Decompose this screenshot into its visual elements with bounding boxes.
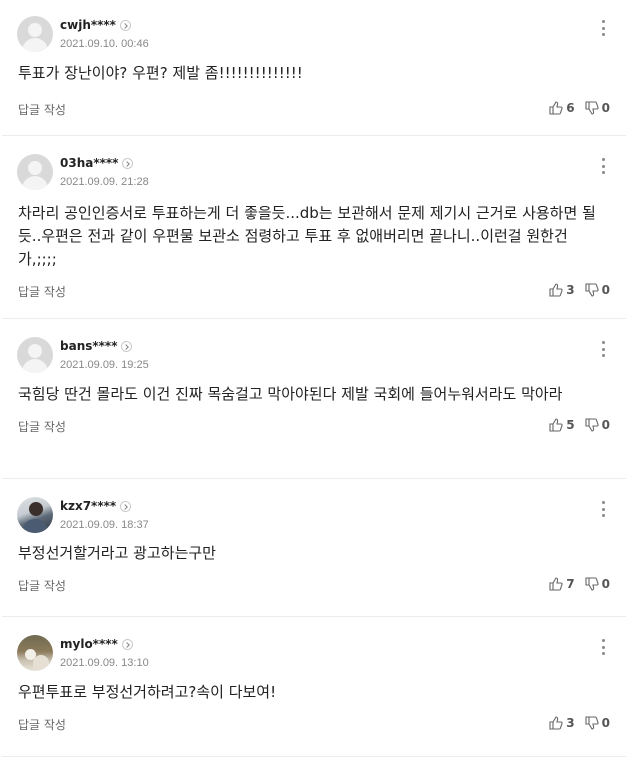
- thumbs-down-icon: [585, 283, 599, 297]
- reply-button[interactable]: 답글 작성: [18, 283, 66, 300]
- chevron-right-icon: [121, 638, 133, 650]
- avatar[interactable]: [17, 337, 53, 373]
- thumbs-up-icon: [549, 418, 563, 432]
- chevron-right-icon: [121, 340, 133, 352]
- more-options-icon[interactable]: [602, 341, 606, 357]
- reply-button[interactable]: 답글 작성: [18, 577, 66, 594]
- dislike-button[interactable]: 0: [585, 101, 610, 115]
- like-button[interactable]: 7: [549, 577, 575, 591]
- comment-header: cwjh**** 2021.09.10. 00:46: [2, 0, 626, 52]
- dislike-count: 0: [601, 283, 610, 297]
- comment-text: 차라리 공인인증서로 투표하는게 더 좋을듯...db는 보관해서 문제 제기시…: [18, 204, 596, 268]
- comment-date: 2021.09.09. 18:37: [60, 519, 149, 531]
- avatar[interactable]: [17, 154, 53, 190]
- thumbs-down-icon: [585, 418, 599, 432]
- chevron-right-icon: [120, 500, 132, 512]
- dislike-count: 0: [601, 716, 610, 730]
- comment-footer: 답글 작성 6 0: [2, 93, 626, 127]
- thumbs-down-icon: [585, 577, 599, 591]
- dislike-count: 0: [601, 101, 610, 115]
- avatar[interactable]: [17, 497, 53, 533]
- more-options-icon[interactable]: [602, 158, 606, 174]
- chevron-right-icon: [119, 19, 131, 31]
- comment-item: bans**** 2021.09.09. 19:25 국힘당 딴건 몰라도 이건…: [2, 319, 626, 479]
- like-count: 5: [566, 418, 575, 432]
- dislike-button[interactable]: 0: [585, 716, 610, 730]
- reply-button[interactable]: 답글 작성: [18, 716, 66, 733]
- vote-group: 5 0: [539, 418, 610, 432]
- dislike-count: 0: [601, 577, 610, 591]
- comment-text: 국힘당 딴건 몰라도 이건 진짜 목숨걸고 막아야된다 제발 국회에 들어누워서…: [18, 385, 563, 403]
- like-count: 3: [566, 283, 575, 297]
- like-count: 6: [566, 101, 575, 115]
- comment-date: 2021.09.09. 13:10: [60, 657, 149, 669]
- comment-text: 투표가 장난이야? 우편? 제발 좀!!!!!!!!!!!!!!: [18, 64, 303, 82]
- nickname[interactable]: 03ha****: [60, 156, 134, 170]
- thumbs-down-icon: [585, 101, 599, 115]
- like-count: 3: [566, 716, 575, 730]
- comment-footer: 답글 작성 7 0: [2, 569, 626, 603]
- nickname[interactable]: kzx7****: [60, 499, 132, 513]
- more-options-icon[interactable]: [602, 501, 606, 517]
- comment-item: 03ha**** 2021.09.09. 21:28 차라리 공인인증서로 투표…: [2, 136, 626, 319]
- dislike-count: 0: [601, 418, 610, 432]
- comment-footer: 답글 작성 3 0: [2, 708, 626, 742]
- thumbs-up-icon: [549, 283, 563, 297]
- like-button[interactable]: 3: [549, 283, 575, 297]
- comment-footer: 답글 작성 3 0: [2, 275, 626, 309]
- dislike-button[interactable]: 0: [585, 418, 610, 432]
- like-button[interactable]: 6: [549, 101, 575, 115]
- comment-date: 2021.09.09. 21:28: [60, 176, 149, 188]
- like-count: 7: [566, 577, 575, 591]
- vote-group: 6 0: [539, 101, 610, 115]
- vote-group: 3 0: [539, 283, 610, 297]
- more-options-icon[interactable]: [602, 639, 606, 655]
- avatar[interactable]: [17, 635, 53, 671]
- thumbs-down-icon: [585, 716, 599, 730]
- nickname[interactable]: bans****: [60, 339, 133, 353]
- comment-header: mylo**** 2021.09.09. 13:10: [2, 617, 626, 671]
- vote-group: 7 0: [539, 577, 610, 591]
- vote-group: 3 0: [539, 716, 610, 730]
- reply-button[interactable]: 답글 작성: [18, 418, 66, 435]
- avatar[interactable]: [17, 16, 53, 52]
- dislike-button[interactable]: 0: [585, 283, 610, 297]
- thumbs-up-icon: [549, 577, 563, 591]
- comment-date: 2021.09.10. 00:46: [60, 38, 149, 50]
- comment-header: kzx7**** 2021.09.09. 18:37: [2, 479, 626, 533]
- comment-text: 우편투표로 부정선거하려고?속이 다보여!: [18, 683, 277, 701]
- nickname[interactable]: mylo****: [60, 637, 133, 651]
- comment-item: kzx7**** 2021.09.09. 18:37 부정선거할거라고 광고하는…: [2, 479, 626, 617]
- comment-header: 03ha**** 2021.09.09. 21:28: [2, 136, 626, 190]
- dislike-button[interactable]: 0: [585, 577, 610, 591]
- like-button[interactable]: 3: [549, 716, 575, 730]
- comment-date: 2021.09.09. 19:25: [60, 359, 149, 371]
- more-options-icon[interactable]: [602, 20, 606, 36]
- nickname[interactable]: cwjh****: [60, 18, 131, 32]
- comment-item: cwjh**** 2021.09.10. 00:46 투표가 장난이야? 우편?…: [2, 0, 626, 136]
- reply-button[interactable]: 답글 작성: [18, 101, 66, 118]
- comment-list: cwjh**** 2021.09.10. 00:46 투표가 장난이야? 우편?…: [0, 0, 626, 757]
- comment-footer: 답글 작성 5 0: [2, 410, 626, 444]
- thumbs-up-icon: [549, 101, 563, 115]
- like-button[interactable]: 5: [549, 418, 575, 432]
- comment-text: 부정선거할거라고 광고하는구만: [18, 544, 216, 562]
- thumbs-up-icon: [549, 716, 563, 730]
- comment-header: bans**** 2021.09.09. 19:25: [2, 319, 626, 373]
- chevron-right-icon: [122, 157, 134, 169]
- comment-item: mylo**** 2021.09.09. 13:10 우편투표로 부정선거하려고…: [2, 617, 626, 757]
